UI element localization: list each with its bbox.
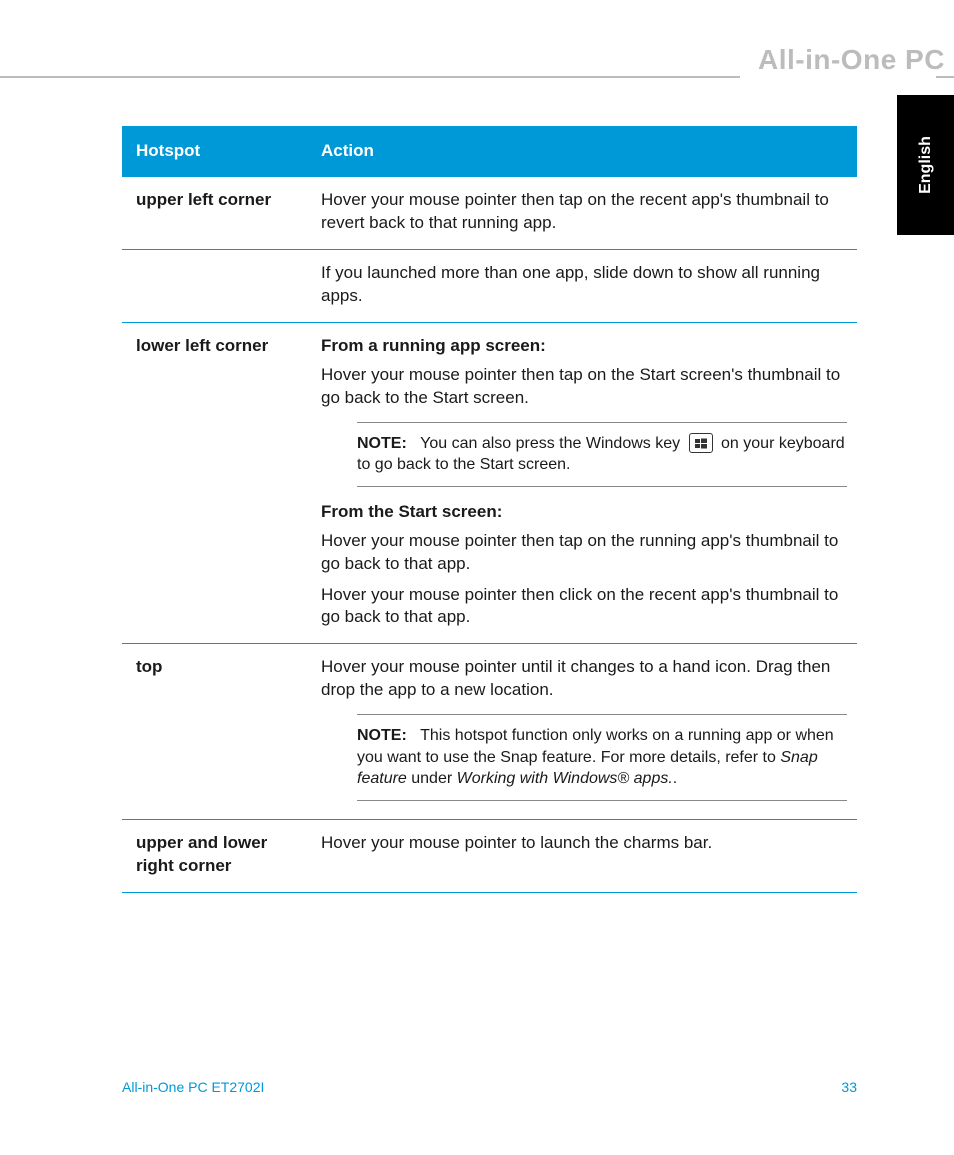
note-italic: Working with Windows® apps. [457,770,673,787]
note-label: NOTE: [357,435,407,452]
language-tab: English [897,95,954,235]
main-content: Hotspot Action upper left corner Hover y… [122,126,857,893]
cell-action: Hover your mouse pointer until it change… [307,644,857,820]
cell-action: Hover your mouse pointer then tap on the… [307,177,857,249]
note-label: NOTE: [357,727,407,744]
cell-hotspot [122,249,307,322]
col-header-action: Action [307,126,857,177]
footer-model: All-in-One PC ET2702I [122,1079,264,1095]
cell-hotspot: upper and lower right corner [122,820,307,893]
brand-title: All-in-One PC [758,44,945,76]
note-text: This hotspot function only works on a ru… [357,727,834,766]
action-paragraph: Hover your mouse pointer then tap on the… [321,364,847,410]
footer-page-number: 33 [841,1079,857,1095]
table-row: upper and lower right corner Hover your … [122,820,857,893]
cell-hotspot: lower left corner [122,322,307,644]
cell-hotspot: upper left corner [122,177,307,249]
table-row: top Hover your mouse pointer until it ch… [122,644,857,820]
note-text: . [673,770,677,787]
cell-hotspot: top [122,644,307,820]
cell-action: Hover your mouse pointer to launch the c… [307,820,857,893]
col-header-hotspot: Hotspot [122,126,307,177]
note-text: You can also press the Windows key [420,435,680,452]
note-box: NOTE: You can also press the Windows key… [357,422,847,487]
action-subhead: From a running app screen: [321,335,847,358]
table-row: If you launched more than one app, slide… [122,249,857,322]
action-subhead: From the Start screen: [321,501,847,524]
hotspot-table: Hotspot Action upper left corner Hover y… [122,126,857,893]
table-row: lower left corner From a running app scr… [122,322,857,644]
action-paragraph: Hover your mouse pointer then tap on the… [321,530,847,576]
note-text: under [407,770,457,787]
page-footer: All-in-One PC ET2702I 33 [122,1079,857,1095]
action-paragraph: Hover your mouse pointer until it change… [321,656,847,702]
note-box: NOTE: This hotspot function only works o… [357,714,847,801]
cell-action: From a running app screen: Hover your mo… [307,322,857,644]
cell-action: If you launched more than one app, slide… [307,249,857,322]
table-row: upper left corner Hover your mouse point… [122,177,857,249]
windows-key-icon [689,433,713,453]
action-paragraph: Hover your mouse pointer then click on t… [321,584,847,630]
language-tab-label: English [917,136,935,194]
